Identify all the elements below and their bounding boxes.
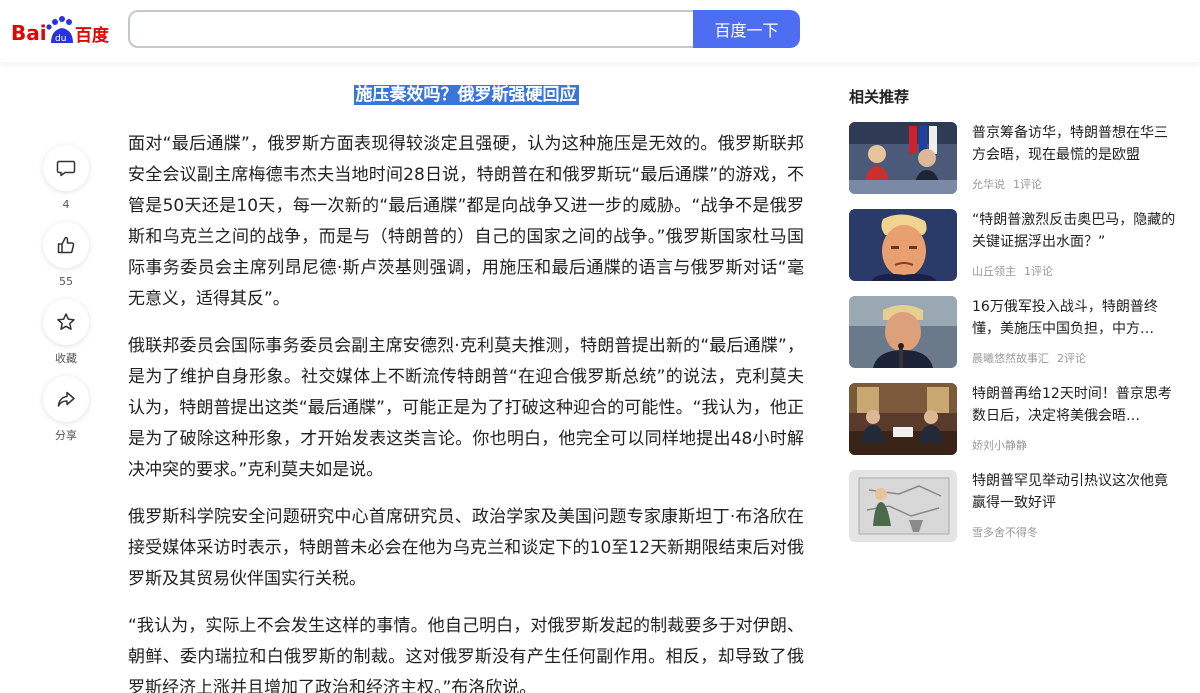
- comment-button[interactable]: [43, 145, 89, 191]
- related-title: 相关推荐: [849, 88, 910, 106]
- related-thumbnail[interactable]: [849, 296, 957, 368]
- related-headline[interactable]: 16万俄军投入战斗，特朗普终懂，美施压中国负担，中方…: [972, 296, 1177, 340]
- svg-text:du: du: [55, 34, 66, 44]
- related-item[interactable]: 特朗普再给12天时间！普京思考数日后，决定将美俄会晤… 娇刘小静静: [849, 383, 1179, 455]
- article-section-title: 施压奏效吗？俄罗斯强硬回应: [128, 80, 804, 105]
- related-headline[interactable]: 特朗普再给12天时间！普京思考数日后，决定将美俄会晤…: [972, 383, 1177, 427]
- related-comments: 1评论: [1013, 178, 1042, 191]
- article-paragraph: 俄罗斯科学院安全问题研究中心首席研究员、政治学家及美国问题专家康斯坦丁·布洛欣在…: [128, 507, 804, 589]
- related-recommendations: 相关推荐 普京筹备访华，特朗普想在华三方会晤，现在最慌的是欧盟 允华说 1评论: [849, 86, 1179, 557]
- related-source[interactable]: 雪多舍不得冬: [972, 526, 1038, 539]
- share-icon: [57, 391, 75, 407]
- related-thumbnail[interactable]: [849, 209, 957, 281]
- favorite-button[interactable]: [43, 299, 89, 345]
- article-body: 施压奏效吗？俄罗斯强硬回应 面对“最后通牒”，俄罗斯方面表现得较淡定且强硬，认为…: [128, 80, 804, 693]
- search-button[interactable]: 百度一下: [693, 10, 800, 48]
- comment-action: 4: [42, 145, 90, 212]
- related-source[interactable]: 允华说: [972, 178, 1005, 191]
- baidu-logo[interactable]: Bai du 百度: [11, 13, 111, 47]
- selected-heading-text[interactable]: 施压奏效吗？俄罗斯强硬回应: [353, 85, 579, 105]
- search-box: [128, 10, 694, 48]
- like-count: 55: [59, 275, 73, 288]
- search-input[interactable]: [130, 12, 694, 46]
- article-actions: 4 55 收藏 分享: [42, 145, 90, 453]
- share-label: 分享: [55, 429, 77, 442]
- star-icon: [57, 313, 75, 330]
- related-comments: 2评论: [1057, 352, 1086, 365]
- related-item[interactable]: 16万俄军投入战斗，特朗普终懂，美施压中国负担，中方… 晨曦悠然故事汇 2评论: [849, 296, 1179, 368]
- related-headline[interactable]: “特朗普激烈反击奥巴马，隐藏的关键证据浮出水面？”: [972, 209, 1177, 253]
- comment-count: 4: [62, 198, 70, 211]
- related-source[interactable]: 娇刘小静静: [972, 439, 1027, 452]
- related-meta: 山丘领主 1评论: [972, 263, 1177, 279]
- related-item[interactable]: “特朗普激烈反击奥巴马，隐藏的关键证据浮出水面？” 山丘领主 1评论: [849, 209, 1179, 281]
- related-meta: 雪多舍不得冬: [972, 524, 1177, 540]
- related-meta: 允华说 1评论: [972, 176, 1177, 192]
- related-item[interactable]: 特朗普罕见举动引热议这次他竟赢得一致好评 雪多舍不得冬: [849, 470, 1179, 542]
- related-headline[interactable]: 特朗普罕见举动引热议这次他竟赢得一致好评: [972, 470, 1177, 514]
- related-item[interactable]: 普京筹备访华，特朗普想在华三方会晤，现在最慌的是欧盟 允华说 1评论: [849, 122, 1179, 194]
- related-headline[interactable]: 普京筹备访华，特朗普想在华三方会晤，现在最慌的是欧盟: [972, 122, 1177, 166]
- top-bar: Bai du 百度 百度一下: [0, 0, 1200, 62]
- related-meta: 娇刘小静静: [972, 437, 1177, 453]
- article-paragraph: 俄联邦委员会国际事务委员会副主席安德烈·克利莫夫推测，特朗普提出新的“最后通牒”…: [128, 336, 804, 480]
- article-paragraph: 面对“最后通牒”，俄罗斯方面表现得较淡定且强硬，认为这种施压是无效的。俄罗斯联邦…: [128, 134, 804, 309]
- related-thumbnail[interactable]: [849, 383, 957, 455]
- favorite-action: 收藏: [42, 299, 90, 366]
- related-meta: 晨曦悠然故事汇 2评论: [972, 350, 1177, 366]
- comment-icon: [56, 160, 76, 177]
- related-comments: 1评论: [1024, 265, 1053, 278]
- related-thumbnail[interactable]: [849, 122, 957, 194]
- share-action: 分享: [42, 376, 90, 443]
- thumbs-up-icon: [57, 236, 75, 254]
- like-button[interactable]: [43, 222, 89, 268]
- related-thumbnail[interactable]: [849, 470, 957, 542]
- share-button[interactable]: [43, 376, 89, 422]
- related-source[interactable]: 晨曦悠然故事汇: [972, 352, 1049, 365]
- article-paragraph: “我认为，实际上不会发生这样的事情。他自己明白，对俄罗斯发起的制裁要多于对伊朗、…: [128, 616, 804, 693]
- svg-text:Bai: Bai: [11, 21, 47, 45]
- related-source[interactable]: 山丘领主: [972, 265, 1016, 278]
- like-action: 55: [42, 222, 90, 289]
- favorite-label: 收藏: [55, 352, 77, 365]
- svg-text:百度: 百度: [75, 25, 110, 46]
